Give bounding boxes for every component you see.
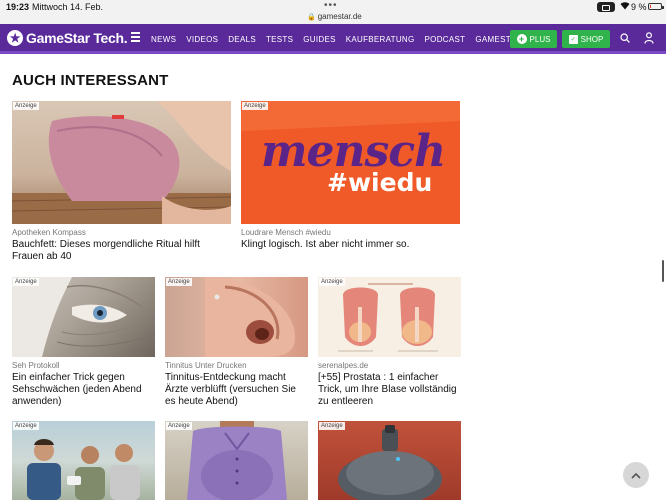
ad-card-prostata[interactable]: Anzeige serenalpes.de [+55] Prostata : 1… xyxy=(318,277,461,408)
ad-source: Loudrare Mensch #wiedu xyxy=(241,228,331,237)
chevron-up-icon xyxy=(631,472,641,479)
ad-card-mensch-wiedu[interactable]: mensch #wiedu Anzeige Loudrare Mensch #w… xyxy=(241,101,460,251)
ad-source: Seh Protokoll xyxy=(12,361,60,370)
plus-icon: + xyxy=(516,34,527,44)
nav-link-news[interactable]: NEWS xyxy=(151,35,176,44)
logo-text: GameStar Tech. xyxy=(26,30,128,46)
ad-badge: Anzeige xyxy=(13,102,39,110)
shop-button[interactable]: ✓ SHOP xyxy=(562,30,610,48)
back-to-top-button[interactable] xyxy=(623,462,649,488)
plus-button[interactable]: + PLUS xyxy=(510,30,557,48)
status-date: Mittwoch 14. Feb. xyxy=(32,2,104,12)
ad-image-prostate-diagram: Anzeige xyxy=(318,277,461,357)
search-icon[interactable] xyxy=(620,33,630,43)
ios-status-bar: 19:23 Mittwoch 14. Feb. ••• 🔒 gamestar.de… xyxy=(0,0,666,24)
status-time: 19:23 xyxy=(6,2,30,12)
ad-title: Ein einfacher Trick gegen Sehschwächen (… xyxy=(12,372,142,407)
ad-badge: Anzeige xyxy=(13,278,39,286)
ad-source: Apotheken Kompass xyxy=(12,228,86,237)
nav-link-tests[interactable]: TESTS xyxy=(266,35,293,44)
address-bar[interactable]: 🔒 gamestar.de xyxy=(307,12,362,21)
ad-badge: Anzeige xyxy=(166,422,192,430)
camera-indicator-icon xyxy=(597,2,615,12)
page-scrollbar-thumb[interactable] xyxy=(662,260,664,282)
ad-source: serenalpes.de xyxy=(318,361,369,370)
menu-icon[interactable] xyxy=(131,32,140,44)
image-text-wiedu: #wiedu xyxy=(327,168,433,197)
ad-image-waist: Anzeige xyxy=(12,101,231,224)
ad-card-sehschwaeche[interactable]: Anzeige Seh Protokoll Ein einfacher Tric… xyxy=(12,277,155,408)
ad-title: Bauchfett: Dieses morgendliche Ritual hi… xyxy=(12,239,200,262)
site-logo[interactable]: ★ GameStar Tech. xyxy=(7,30,128,46)
ad-badge: Anzeige xyxy=(319,278,345,286)
user-account-icon[interactable] xyxy=(644,32,654,44)
plus-label: PLUS xyxy=(529,34,551,44)
more-dots-icon[interactable]: ••• xyxy=(324,0,338,11)
ad-card-tinnitus[interactable]: Anzeige Tinnitus Unter Drucken Tinnitus-… xyxy=(165,277,308,408)
ad-badge: Anzeige xyxy=(242,102,268,110)
ad-card-row3-3[interactable]: Anzeige xyxy=(318,421,461,500)
ad-card-bauchfett[interactable]: Anzeige Apotheken Kompass Bauchfett: Die… xyxy=(12,101,231,263)
nav-link-guides[interactable]: GUIDES xyxy=(303,35,335,44)
ad-image-friends-gaming: Anzeige xyxy=(12,421,155,500)
lock-icon: 🔒 xyxy=(307,14,316,21)
ad-title: [+55] Prostata : 1 einfacher Trick, um I… xyxy=(318,372,457,407)
nav-link-kaufberatung[interactable]: KAUFBERATUNG xyxy=(346,35,415,44)
ad-source: Tinnitus Unter Drucken xyxy=(165,361,247,370)
ad-image-mensch-wiedu: mensch #wiedu Anzeige xyxy=(241,101,460,224)
battery-percent: 9 % xyxy=(631,2,647,12)
ad-image-belly-illustration: Anzeige xyxy=(165,421,308,500)
nav-link-deals[interactable]: DEALS xyxy=(228,35,256,44)
ad-badge: Anzeige xyxy=(13,422,39,430)
section-title: AUCH INTERESSANT xyxy=(12,72,169,89)
star-logo-icon: ★ xyxy=(7,30,23,46)
site-navbar: ★ GameStar Tech. NEWS VIDEOS DEALS TESTS… xyxy=(0,24,666,54)
ad-card-row3-2[interactable]: Anzeige xyxy=(165,421,308,500)
ad-card-row3-1[interactable]: Anzeige xyxy=(12,421,155,500)
shopping-bag-icon: ✓ xyxy=(568,34,578,44)
nav-link-videos[interactable]: VIDEOS xyxy=(186,35,218,44)
ad-title: Tinnitus-Entdeckung macht Ärzte verblüff… xyxy=(165,372,296,407)
battery-icon xyxy=(648,3,664,10)
ad-image-ear: Anzeige xyxy=(165,277,308,357)
address-url: gamestar.de xyxy=(317,12,362,21)
ad-title: Klingt logisch. Ist aber nicht immer so. xyxy=(241,239,410,250)
ad-badge: Anzeige xyxy=(319,422,345,430)
ad-image-eye: Anzeige xyxy=(12,277,155,357)
nav-link-podcast[interactable]: PODCAST xyxy=(425,35,466,44)
shop-label: SHOP xyxy=(580,34,604,44)
nav-links: NEWS VIDEOS DEALS TESTS GUIDES KAUFBERAT… xyxy=(151,35,546,44)
ad-image-device: Anzeige xyxy=(318,421,461,500)
ad-badge: Anzeige xyxy=(166,278,192,286)
wifi-icon xyxy=(620,1,630,13)
